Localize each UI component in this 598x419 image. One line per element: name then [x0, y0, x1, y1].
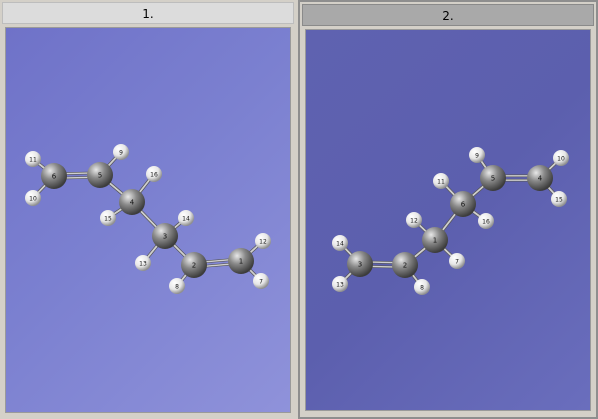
atom-label: 7: [259, 279, 263, 286]
atom-label: 16: [150, 172, 158, 179]
atom-label: 3: [163, 233, 167, 241]
atom-label: 13: [336, 282, 344, 289]
atom-label: 12: [259, 239, 267, 246]
carbon-atom-2[interactable]: 2: [181, 252, 207, 278]
carbon-atom-5[interactable]: 5: [480, 165, 506, 191]
atom-label: 13: [139, 261, 147, 268]
atom-label: 7: [455, 259, 459, 266]
hydrogen-atom-9[interactable]: 9: [113, 144, 129, 160]
atom-label: 4: [130, 199, 135, 207]
atom-label: 1: [433, 237, 437, 245]
molecule-viewport-1[interactable]: 1 2 3 4 5 6 7 8 9 10 11 12 13 14 15 16: [5, 27, 291, 413]
atom-label: 16: [482, 219, 490, 226]
atom-label: 9: [475, 153, 479, 160]
carbon-atom-5[interactable]: 5: [87, 162, 113, 188]
molecule-window-2[interactable]: 2. 1 2 3 4 5 6 7 8 9 10 11 12 13 14 15 16: [298, 0, 598, 419]
hydrogen-atom-10[interactable]: 10: [553, 150, 569, 166]
hydrogen-atom-13[interactable]: 13: [135, 255, 151, 271]
hydrogen-atom-9[interactable]: 9: [469, 147, 485, 163]
hydrogen-atom-15[interactable]: 15: [100, 210, 116, 226]
atom-label: 15: [104, 216, 112, 223]
atom-label: 5: [98, 172, 102, 180]
hydrogen-atom-16[interactable]: 16: [146, 166, 162, 182]
hydrogen-atom-12[interactable]: 12: [255, 233, 271, 249]
atom-label: 14: [182, 216, 190, 223]
carbon-atom-6[interactable]: 6: [450, 191, 476, 217]
hydrogen-atom-14[interactable]: 14: [178, 210, 194, 226]
atom-label: 2: [192, 262, 196, 270]
molecule-structure-2[interactable]: 123456789 10111213141516: [306, 30, 590, 410]
atom-label: 12: [410, 218, 418, 225]
atom-label: 1: [239, 258, 243, 266]
molecule-window-1[interactable]: 1. 1 2 3 4 5 6 7 8 9 10 11 12 13 14 15 16: [0, 0, 296, 419]
hydrogen-atom-13[interactable]: 13: [332, 276, 348, 292]
hydrogen-atom-11[interactable]: 11: [25, 151, 41, 167]
atom-label: 6: [461, 201, 466, 209]
window-title-1[interactable]: 1.: [2, 2, 294, 24]
carbon-atom-6[interactable]: 6: [41, 163, 67, 189]
hydrogen-atom-16[interactable]: 16: [478, 213, 494, 229]
atom-label: 2: [403, 262, 407, 270]
hydrogen-atom-8[interactable]: 8: [414, 279, 430, 295]
atom-label: 11: [437, 179, 445, 186]
atom-label: 9: [119, 150, 123, 157]
atom-label: 10: [557, 156, 565, 163]
hydrogen-atom-15[interactable]: 15: [551, 191, 567, 207]
atom-label: 6: [52, 173, 57, 181]
atom-label: 8: [175, 284, 179, 291]
atom-label: 10: [29, 196, 37, 203]
carbon-atom-3[interactable]: 3: [347, 251, 373, 277]
molecule-structure-1[interactable]: 12345678910111213141516: [6, 28, 290, 412]
hydrogen-atom-8[interactable]: 8: [169, 278, 185, 294]
atom-label: 11: [29, 157, 37, 164]
molecule-viewport-2[interactable]: 1 2 3 4 5 6 7 8 9 10 11 12 13 14 15 16: [305, 29, 591, 411]
carbon-atom-2[interactable]: 2: [392, 252, 418, 278]
hydrogen-atom-11[interactable]: 11: [433, 173, 449, 189]
carbon-atom-4[interactable]: 4: [527, 165, 553, 191]
atom-label: 14: [336, 241, 344, 248]
atom-label: 3: [358, 261, 362, 269]
hydrogen-atom-14[interactable]: 14: [332, 235, 348, 251]
hydrogen-atom-7[interactable]: 7: [253, 273, 269, 289]
carbon-atom-3[interactable]: 3: [152, 223, 178, 249]
carbon-atom-4[interactable]: 4: [119, 189, 145, 215]
atom-label: 15: [555, 197, 563, 204]
window-title-2[interactable]: 2.: [302, 4, 594, 26]
carbon-atom-1[interactable]: 1: [228, 248, 254, 274]
atom-label: 8: [420, 285, 424, 292]
atom-label: 5: [491, 175, 495, 183]
atom-label: 4: [538, 175, 543, 183]
hydrogen-atom-10[interactable]: 10: [25, 190, 41, 206]
hydrogen-atom-7[interactable]: 7: [449, 253, 465, 269]
carbon-atom-1[interactable]: 1: [422, 227, 448, 253]
hydrogen-atom-12[interactable]: 12: [406, 212, 422, 228]
